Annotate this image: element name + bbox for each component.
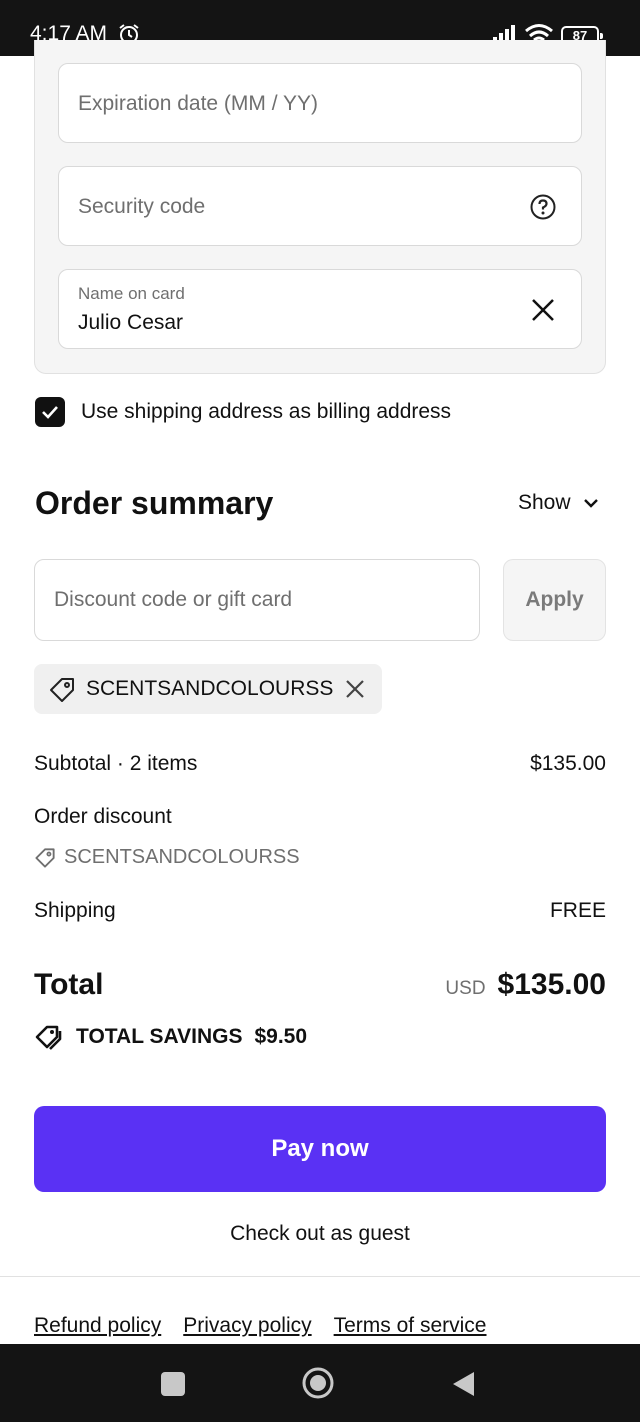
footer-divider [0,1276,640,1277]
guest-checkout-link[interactable]: Check out as guest [0,1222,640,1246]
savings-tag-icon [35,1025,62,1050]
billing-address-label[interactable]: Use shipping address as billing address [81,400,451,424]
pay-now-button[interactable]: Pay now [34,1106,606,1192]
system-nav-bar [0,1344,640,1422]
total-currency: USD [445,978,486,999]
remove-code-icon[interactable] [344,678,366,700]
help-icon[interactable] [529,193,557,221]
clear-icon[interactable] [529,296,557,324]
order-summary-title: Order summary [35,485,274,521]
order-discount-label: Order discount [34,805,172,828]
security-code-placeholder: Security code [78,195,206,218]
billing-address-checkbox[interactable] [35,397,65,427]
show-summary-label: Show [518,491,571,514]
subtotal-value: $135.00 [530,752,606,775]
footer-links: Refund policy Privacy policy Terms of se… [34,1314,487,1338]
home-icon[interactable] [301,1366,335,1400]
shipping-value: FREE [549,899,606,922]
chevron-down-icon [583,499,598,508]
apply-button[interactable]: Apply [503,559,606,641]
subtotal-label: Subtotal · 2 items [34,752,198,775]
discount-code-input[interactable]: Discount code or gift card [34,559,480,641]
name-on-card-label: Name on card [78,284,185,303]
expiration-date-placeholder: Expiration date (MM / YY) [78,92,319,115]
recent-apps-icon[interactable] [161,1372,185,1396]
total-savings: TOTAL SAVINGS $9.50 [34,1022,307,1052]
total-value: USD $135.00 [445,968,606,1002]
privacy-policy-link[interactable]: Privacy policy [183,1314,311,1338]
total-amount: $135.00 [497,968,606,1001]
tag-icon [50,678,74,702]
name-on-card-value: Julio Cesar [78,311,184,334]
applied-code-text: SCENTSANDCOLOURSS [86,677,334,700]
total-label: Total [34,968,104,1001]
expiration-date-field[interactable]: Expiration date (MM / YY) [58,63,582,143]
savings-label: TOTAL SAVINGS [76,1025,243,1048]
name-on-card-field[interactable]: Name on card Julio Cesar [58,269,582,349]
savings-value: $9.50 [254,1025,308,1048]
security-code-field[interactable]: Security code [58,166,582,246]
shipping-label: Shipping [34,899,116,922]
show-summary-toggle[interactable]: Show [518,491,599,515]
order-discount-code: SCENTSANDCOLOURSS [34,846,300,869]
order-discount-code-text: SCENTSANDCOLOURSS [64,846,300,868]
discount-code-placeholder: Discount code or gift card [54,588,293,611]
back-icon[interactable] [450,1370,476,1398]
checkmark-icon [42,406,58,419]
tag-icon [35,847,55,868]
refund-policy-link[interactable]: Refund policy [34,1314,161,1338]
terms-of-service-link[interactable]: Terms of service [334,1314,487,1338]
applied-code-chip: SCENTSANDCOLOURSS [34,664,382,714]
